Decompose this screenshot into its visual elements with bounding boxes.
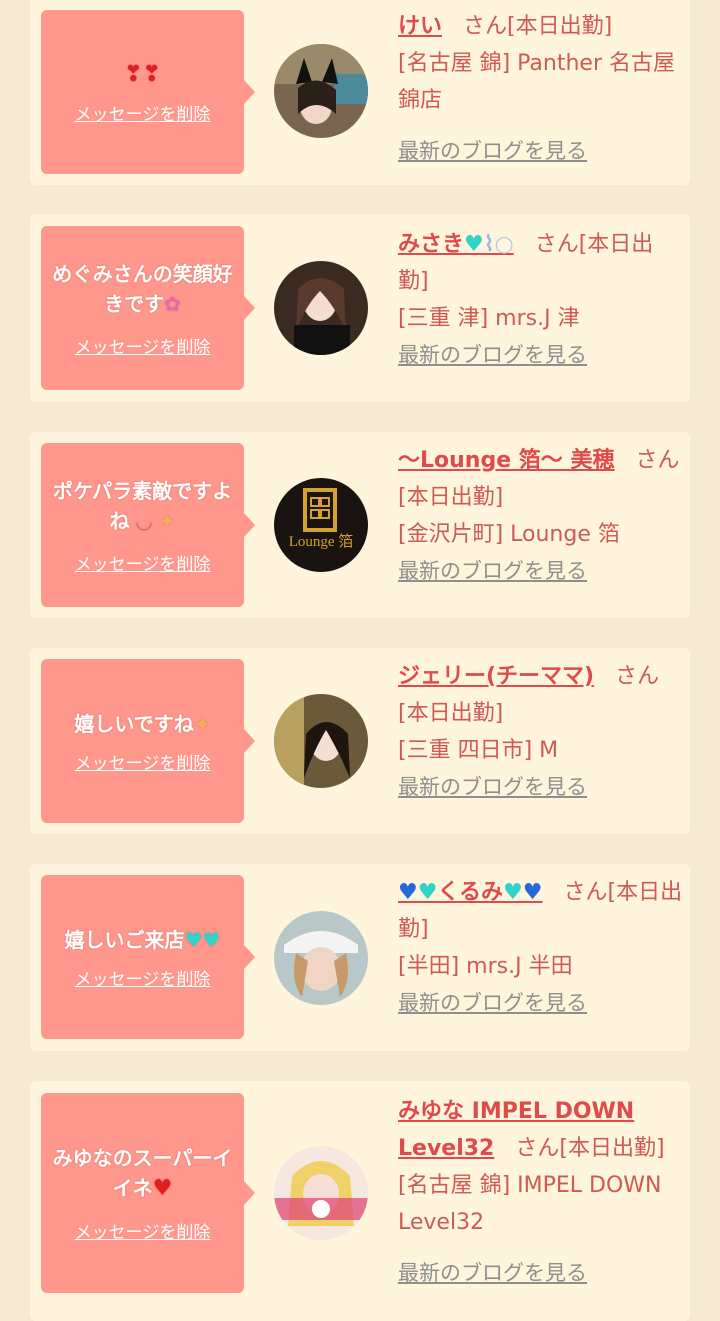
smile-icon: ◡ bbox=[136, 508, 152, 533]
cast-info: けい さん[本日出勤] [名古屋 錦] Panther 名古屋錦店 最新のブログ… bbox=[398, 8, 683, 170]
avatar-photo bbox=[274, 261, 368, 355]
message-text: 嬉しいですね✦ bbox=[74, 711, 211, 736]
blue-heart-icon: ♥ bbox=[522, 880, 543, 905]
shop-name: [三重 四日市] M bbox=[398, 738, 559, 763]
flower-icon: ✿ bbox=[164, 291, 181, 316]
blue-heart-icon: ♥ bbox=[398, 880, 418, 905]
message-text: 嬉しいご来店♥♥ bbox=[64, 927, 221, 952]
shop-name: [半田] mrs.J 半田 bbox=[398, 954, 573, 979]
message-card: ❣❣ メッセージを削除 けい さん[本日出勤] [名古屋 錦] Panther … bbox=[30, 0, 690, 185]
message-text: ❣❣ bbox=[124, 59, 161, 90]
honorific: さん bbox=[463, 14, 508, 39]
blog-link[interactable]: 最新のブログを見る bbox=[398, 1255, 587, 1292]
teal-heart-icon: ♥ bbox=[503, 880, 523, 905]
honorific: さん bbox=[563, 880, 608, 905]
blog-link[interactable]: 最新のブログを見る bbox=[398, 133, 587, 170]
delete-message-link[interactable]: メッセージを削除 bbox=[75, 550, 211, 575]
avatar-photo bbox=[274, 694, 368, 788]
bubble-icon: ○ bbox=[494, 232, 514, 257]
avatar[interactable] bbox=[274, 44, 368, 138]
today-badge: [本日出勤] bbox=[398, 485, 504, 510]
avatar-logo-text: Lounge 箔 bbox=[289, 533, 354, 550]
avatar[interactable] bbox=[274, 261, 368, 355]
message-card: 嬉しいですね✦ メッセージを削除 ジェリー(チーママ) さん [本日出勤] [三… bbox=[30, 648, 690, 834]
message-bubble: ポケパラ素敵ですよね ◡ ✦ メッセージを削除 bbox=[41, 443, 255, 607]
cast-name-link[interactable]: ♥♥くるみ♥♥ bbox=[398, 880, 543, 905]
avatar[interactable] bbox=[274, 911, 368, 1005]
shop-name: [名古屋 錦] IMPEL DOWN Level32 bbox=[398, 1173, 662, 1235]
delete-message-link[interactable]: メッセージを削除 bbox=[75, 333, 211, 358]
message-bubble: めぐみさんの笑顔好きです✿ メッセージを削除 bbox=[41, 226, 255, 390]
message-bubble: 嬉しいご来店♥♥ メッセージを削除 bbox=[41, 875, 255, 1039]
heart-icon: ♥ bbox=[152, 1176, 173, 1201]
message-text: ポケパラ素敵ですよね ◡ ✦ bbox=[52, 478, 233, 533]
avatar[interactable]: Lounge 箔 bbox=[274, 478, 368, 572]
cast-info: みゆな IMPEL DOWN Level32 さん[本日出勤] [名古屋 錦] … bbox=[398, 1093, 683, 1292]
message-text: めぐみさんの笑顔好きです✿ bbox=[52, 261, 233, 316]
cast-name-link[interactable]: 〜Lounge 箔〜 美穂 bbox=[398, 448, 614, 473]
sparkle-icon: ✦ bbox=[193, 711, 211, 736]
teal-heart-icon: ♥♥ bbox=[184, 927, 221, 952]
teal-heart-icon: ♥ bbox=[464, 232, 484, 257]
blog-link[interactable]: 最新のブログを見る bbox=[398, 337, 587, 374]
message-bubble: ❣❣ メッセージを削除 bbox=[41, 10, 255, 174]
wing-icon: ⌇ bbox=[483, 232, 495, 257]
cast-name-link[interactable]: みさき♥⌇○ bbox=[398, 232, 514, 257]
shop-name: [金沢片町] Lounge 箔 bbox=[398, 522, 620, 547]
honorific: さん bbox=[635, 448, 680, 473]
cast-info: 〜Lounge 箔〜 美穂 さん [本日出勤] [金沢片町] Lounge 箔 … bbox=[398, 442, 683, 590]
message-card: ポケパラ素敵ですよね ◡ ✦ メッセージを削除 Lounge 箔 〜Lounge… bbox=[30, 432, 690, 618]
blog-link[interactable]: 最新のブログを見る bbox=[398, 769, 587, 806]
avatar-photo bbox=[274, 1146, 368, 1240]
delete-message-link[interactable]: メッセージを削除 bbox=[75, 1218, 211, 1243]
avatar-photo bbox=[274, 911, 368, 1005]
message-bubble: みゆなのスーパーイイネ♥ メッセージを削除 bbox=[41, 1093, 255, 1293]
honorific: さん bbox=[615, 664, 660, 689]
cast-name-link[interactable]: けい bbox=[398, 14, 442, 39]
blog-link[interactable]: 最新のブログを見る bbox=[398, 985, 587, 1022]
delete-message-link[interactable]: メッセージを削除 bbox=[75, 100, 211, 125]
avatar[interactable] bbox=[274, 1146, 368, 1240]
hearts-icon: ❣❣ bbox=[124, 62, 161, 87]
today-badge: [本日出勤] bbox=[559, 1136, 665, 1161]
shop-name: [名古屋 錦] Panther 名古屋錦店 bbox=[398, 51, 675, 113]
delete-message-link[interactable]: メッセージを削除 bbox=[75, 965, 211, 990]
honorific: さん bbox=[515, 1136, 560, 1161]
today-badge: [本日出勤] bbox=[507, 14, 613, 39]
message-card: みゆなのスーパーイイネ♥ メッセージを削除 みゆな IMPEL DOWN Lev… bbox=[30, 1081, 690, 1321]
today-badge: [本日出勤] bbox=[398, 701, 504, 726]
delete-message-link[interactable]: メッセージを削除 bbox=[75, 749, 211, 774]
cast-name-link[interactable]: ジェリー(チーママ) bbox=[398, 664, 594, 689]
cast-info: みさき♥⌇○ さん[本日出勤] [三重 津] mrs.J 津 最新のブログを見る bbox=[398, 226, 683, 374]
blog-link[interactable]: 最新のブログを見る bbox=[398, 553, 587, 590]
avatar-logo: Lounge 箔 bbox=[274, 478, 368, 572]
avatar[interactable] bbox=[274, 694, 368, 788]
cast-info: ♥♥くるみ♥♥ さん[本日出勤] [半田] mrs.J 半田 最新のブログを見る bbox=[398, 874, 683, 1022]
message-text: みゆなのスーパーイイネ♥ bbox=[52, 1146, 233, 1201]
honorific: さん bbox=[534, 232, 579, 257]
message-card: めぐみさんの笑顔好きです✿ メッセージを削除 みさき♥⌇○ さん[本日出勤] [… bbox=[30, 214, 690, 402]
sparkle-icon: ✦ bbox=[158, 508, 176, 533]
cast-info: ジェリー(チーママ) さん [本日出勤] [三重 四日市] M 最新のブログを見… bbox=[398, 658, 683, 806]
message-bubble: 嬉しいですね✦ メッセージを削除 bbox=[41, 659, 255, 823]
message-card: 嬉しいご来店♥♥ メッセージを削除 ♥♥くるみ♥♥ さん[本日出勤] [半田] … bbox=[30, 864, 690, 1051]
teal-heart-icon: ♥ bbox=[417, 880, 438, 905]
avatar-photo bbox=[274, 44, 368, 138]
shop-name: [三重 津] mrs.J 津 bbox=[398, 306, 580, 331]
